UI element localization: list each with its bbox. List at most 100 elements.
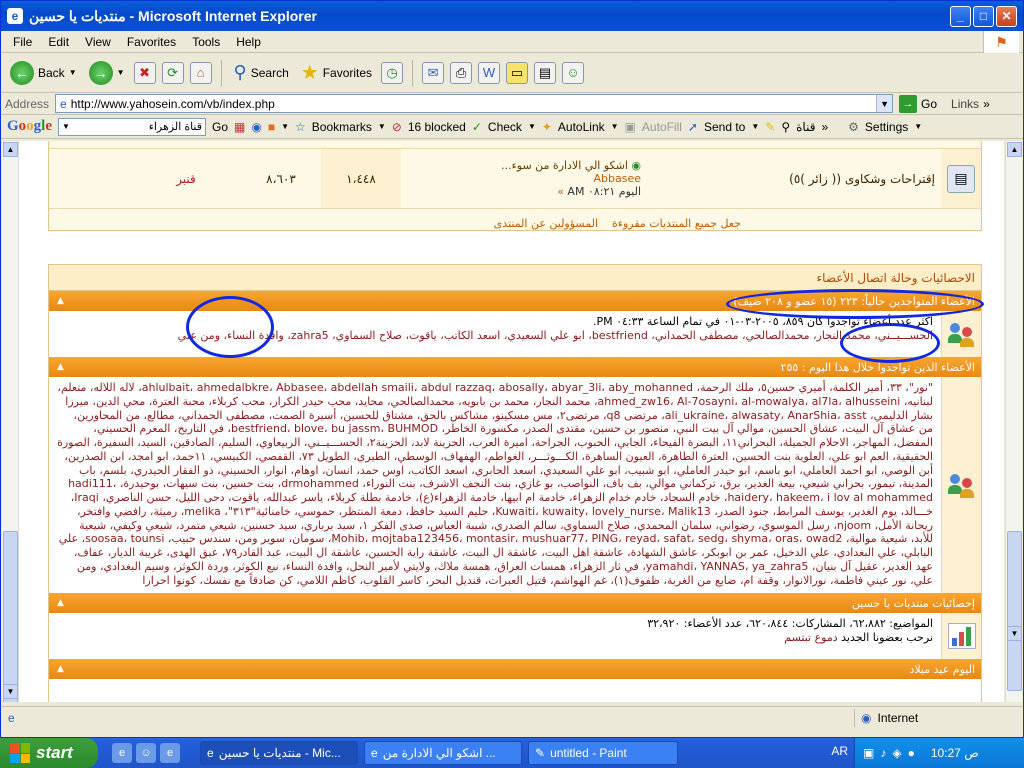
- chevron-down-icon[interactable]: ▼: [611, 122, 619, 131]
- chevron-down-icon[interactable]: ▼: [528, 122, 536, 131]
- network-icon[interactable]: ▣: [863, 746, 874, 760]
- chevron-down-icon[interactable]: ▼: [281, 122, 289, 131]
- autolink-button[interactable]: AutoLink: [558, 120, 605, 134]
- minimize-button[interactable]: _: [950, 5, 971, 27]
- mail-icon[interactable]: ✉: [422, 61, 445, 84]
- blocked-count[interactable]: 16 blocked: [408, 120, 466, 134]
- forum-title[interactable]: إقتراحات وشكاوى (( زائر )٥): [641, 172, 941, 186]
- collapse-icon[interactable]: ▲: [57, 362, 64, 372]
- find-icon[interactable]: ⚲: [781, 120, 790, 134]
- messenger-quicklaunch-icon[interactable]: ☺: [136, 743, 156, 763]
- chevron-down-icon[interactable]: ▼: [378, 122, 386, 131]
- url-text: http://www.yahosein.com/vb/index.php: [70, 96, 275, 111]
- security-zone: ◉ Internet: [854, 709, 918, 727]
- sendto-button[interactable]: Send to: [704, 120, 745, 134]
- custom-button[interactable]: قناة: [796, 120, 815, 134]
- menu-file[interactable]: File: [5, 35, 40, 49]
- chevron-down-icon[interactable]: ▼: [69, 68, 77, 77]
- vertical-scrollbar[interactable]: ▲ ▼: [1005, 141, 1022, 702]
- task-ie-forum[interactable]: e منتديات يا حسين - Mic...: [200, 741, 358, 765]
- maximize-button[interactable]: □: [973, 5, 994, 27]
- last-post-title[interactable]: اشكو الي الادارة من سوء...: [501, 159, 628, 172]
- left-scroll-thumb[interactable]: [3, 531, 18, 702]
- google-logo[interactable]: Google: [7, 118, 52, 135]
- volume-icon[interactable]: ♪: [880, 746, 886, 760]
- go-button[interactable]: → Go: [899, 94, 937, 113]
- stop-icon[interactable]: ✖: [133, 61, 156, 84]
- autofill-button[interactable]: AutoFill: [642, 120, 682, 134]
- menu-tools[interactable]: Tools: [184, 35, 228, 49]
- title-bar[interactable]: e منتديات يا حسين - Microsoft Internet E…: [1, 1, 1023, 31]
- scroll-down-icon[interactable]: ▼: [1007, 626, 1022, 641]
- chevron-down-icon[interactable]: ▼: [914, 122, 922, 131]
- moderator[interactable]: قنبر: [131, 172, 241, 186]
- today-members-list[interactable]: "نور"، ٣٣، أمير الكلمة، أميري حسين٥، ملك…: [49, 377, 941, 593]
- research-icon[interactable]: ▤: [534, 61, 557, 84]
- language-indicator[interactable]: AR: [831, 744, 848, 758]
- menu-help[interactable]: Help: [228, 35, 269, 49]
- page-content: ▲ ▼ ▤ إقتراحات وشكاوى (( زائر )٥) ◉ اشكو…: [2, 141, 1004, 702]
- history-icon[interactable]: ◷: [381, 61, 404, 84]
- chevron-right-icon[interactable]: »: [821, 120, 828, 134]
- menu-favorites[interactable]: Favorites: [119, 35, 184, 49]
- staff-link[interactable]: المسؤولين عن المنتدى: [494, 217, 598, 230]
- clock[interactable]: 10:27 ص: [931, 746, 979, 760]
- online-count[interactable]: الأعضاء المتواجدين حالياً: ٢٢٣ (١٥ عضو و…: [733, 295, 975, 308]
- refresh-icon[interactable]: ⟳: [161, 61, 184, 84]
- edit-word-icon[interactable]: W: [478, 61, 501, 84]
- menu-edit[interactable]: Edit: [40, 35, 77, 49]
- highlight-icon[interactable]: ✎: [765, 120, 775, 134]
- messenger-icon[interactable]: ☺: [562, 61, 585, 84]
- settings-button[interactable]: Settings: [865, 120, 908, 134]
- note-icon[interactable]: ▭: [506, 61, 529, 84]
- chevron-down-icon[interactable]: ▼: [117, 68, 125, 77]
- collapse-icon[interactable]: ▲: [57, 598, 64, 608]
- puzzle-icon[interactable]: ■: [268, 120, 275, 134]
- chevron-down-icon[interactable]: ▼: [62, 122, 70, 131]
- close-button[interactable]: ✕: [996, 5, 1017, 27]
- links-button[interactable]: Links: [951, 97, 979, 111]
- bookmarks-button[interactable]: Bookmarks: [312, 120, 372, 134]
- go-last-post-icon[interactable]: »: [557, 185, 564, 198]
- scroll-thumb[interactable]: [1007, 531, 1022, 691]
- globe-icon[interactable]: ◉: [251, 120, 261, 134]
- security-icon[interactable]: ◈: [892, 746, 901, 760]
- scroll-up-icon[interactable]: ▲: [3, 142, 18, 157]
- ie-quicklaunch-icon[interactable]: e: [160, 743, 180, 763]
- ie-quicklaunch-icon[interactable]: e: [112, 743, 132, 763]
- address-input[interactable]: e http://www.yahosein.com/vb/index.php ▼: [55, 94, 894, 113]
- system-tray: ▣ ♪ ◈ ● 10:27 ص: [854, 738, 1024, 768]
- bookmark-star-icon[interactable]: ☆: [295, 120, 306, 134]
- birthday-title: اليوم عيد ميلاد: [909, 662, 975, 676]
- scroll-down-icon[interactable]: ▼: [3, 684, 18, 699]
- menu-view[interactable]: View: [77, 35, 119, 49]
- chevron-down-icon[interactable]: ▼: [876, 95, 893, 112]
- mark-read-link[interactable]: جعل جميع المنتديات مقروءة: [612, 217, 741, 230]
- news-icon[interactable]: ▦: [234, 120, 245, 134]
- last-post-author[interactable]: Abbasee: [594, 172, 642, 185]
- forum-row: ▤ إقتراحات وشكاوى (( زائر )٥) ◉ اشكو الي…: [49, 149, 981, 209]
- task-ie-post[interactable]: e اشكو الي الادارة من ...: [364, 741, 522, 765]
- scroll-up-icon[interactable]: ▲: [1007, 142, 1022, 157]
- collapse-icon[interactable]: ▲: [57, 664, 64, 674]
- start-button[interactable]: start: [0, 738, 98, 768]
- print-icon[interactable]: ⎙: [450, 61, 473, 84]
- google-go-button[interactable]: Go: [212, 120, 228, 134]
- chevron-right-icon[interactable]: »: [983, 97, 990, 111]
- birthday-bar: اليوم عيد ميلاد ▲: [49, 659, 981, 679]
- today-bar: الأعضاء الذين تواجدوا خلال هذا اليوم : ٢…: [49, 357, 981, 377]
- favorites-button[interactable]: ★ Favorites: [298, 58, 375, 87]
- back-button[interactable]: ← Back ▼: [7, 59, 80, 87]
- check-button[interactable]: Check: [488, 120, 522, 134]
- collapse-icon[interactable]: ▲: [57, 296, 64, 306]
- newest-member[interactable]: دموع تبتسم: [784, 631, 837, 644]
- forward-button[interactable]: → ▼: [86, 59, 128, 87]
- online-members-list[interactable]: الحســـيــني، محمد النجار، محمدالصالحي، …: [57, 329, 933, 343]
- home-icon[interactable]: ⌂: [189, 61, 212, 84]
- left-scrollbar[interactable]: ▲ ▼: [2, 141, 19, 702]
- status-icon[interactable]: ●: [908, 746, 915, 760]
- google-search-input[interactable]: قناة الزهراء ▼: [58, 117, 207, 136]
- search-button[interactable]: ⚲ Search: [231, 60, 292, 85]
- chevron-down-icon[interactable]: ▼: [751, 122, 759, 131]
- task-paint[interactable]: ✎ untitled - Paint: [528, 741, 678, 765]
